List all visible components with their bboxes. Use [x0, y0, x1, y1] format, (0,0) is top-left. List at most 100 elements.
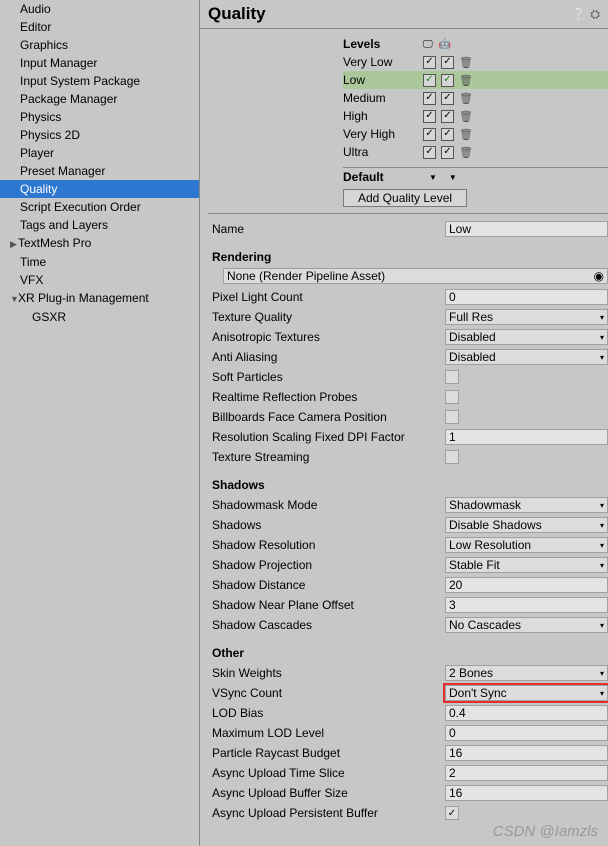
default-dropdown-desktop[interactable]: ▼: [429, 173, 437, 182]
texture-quality-label: Texture Quality: [208, 310, 445, 324]
lod-bias-input[interactable]: [445, 705, 608, 721]
shadow-proj-label: Shadow Projection: [208, 558, 445, 572]
shadows-header: Shadows: [212, 478, 608, 492]
level-label: High: [343, 109, 423, 123]
max-lod-input[interactable]: [445, 725, 608, 741]
pixel-light-input[interactable]: [445, 289, 608, 305]
trash-icon[interactable]: 🗑: [459, 56, 473, 69]
sidebar-item-audio[interactable]: Audio: [0, 0, 199, 18]
trash-icon[interactable]: 🗑: [459, 128, 473, 141]
trash-icon[interactable]: 🗑: [459, 74, 473, 87]
sidebar-item-player[interactable]: Player: [0, 144, 199, 162]
settings-icon[interactable]: ⛭: [590, 7, 600, 22]
level-row-low[interactable]: Low ✓✓🗑: [343, 71, 608, 89]
dropdown-icon: ▾: [600, 353, 604, 362]
platform-checkbox[interactable]: ✓: [441, 110, 454, 123]
level-row-very-low[interactable]: Very Low ✓✓🗑: [343, 53, 608, 71]
soft-particles-checkbox[interactable]: [445, 370, 459, 384]
pixel-light-label: Pixel Light Count: [208, 290, 445, 304]
select-value: Don't Sync: [449, 686, 507, 700]
anisotropic-select[interactable]: Disabled▾: [445, 329, 608, 345]
platform-checkbox[interactable]: ✓: [423, 128, 436, 141]
anisotropic-label: Anisotropic Textures: [208, 330, 445, 344]
object-picker-icon[interactable]: ◉: [594, 269, 604, 283]
aa-select[interactable]: Disabled▾: [445, 349, 608, 365]
sidebar-item-time[interactable]: Time: [0, 253, 199, 271]
trash-icon[interactable]: 🗑: [459, 110, 473, 123]
platform-checkbox[interactable]: ✓: [423, 146, 436, 159]
sidebar-item-label: XR Plug-in Management: [18, 291, 149, 305]
sidebar-item-quality[interactable]: Quality: [0, 180, 199, 198]
soft-particles-label: Soft Particles: [208, 370, 445, 384]
raycast-budget-input[interactable]: [445, 745, 608, 761]
res-scaling-input[interactable]: [445, 429, 608, 445]
sidebar-item-package-manager[interactable]: Package Manager: [0, 90, 199, 108]
sidebar-item-xr[interactable]: ▼XR Plug-in Management: [0, 289, 199, 308]
platform-checkbox[interactable]: ✓: [441, 56, 454, 69]
sidebar-item-textmesh[interactable]: ▶TextMesh Pro: [0, 234, 199, 253]
skin-weights-select[interactable]: 2 Bones▾: [445, 665, 608, 681]
sidebar-item-gsxr[interactable]: GSXR: [0, 308, 199, 326]
platform-checkbox[interactable]: ✓: [423, 56, 436, 69]
platform-checkbox[interactable]: ✓: [423, 110, 436, 123]
sidebar-item-preset-manager[interactable]: Preset Manager: [0, 162, 199, 180]
shadow-cascades-select[interactable]: No Cascades▾: [445, 617, 608, 633]
mobile-platform-icon[interactable]: 🤖: [439, 39, 451, 50]
upload-time-label: Async Upload Time Slice: [208, 766, 445, 780]
level-row-ultra[interactable]: Ultra ✓✓🗑: [343, 143, 608, 161]
shadow-dist-input[interactable]: [445, 577, 608, 593]
name-input[interactable]: [445, 221, 608, 237]
shadows-select[interactable]: Disable Shadows▾: [445, 517, 608, 533]
platform-checkbox[interactable]: ✓: [441, 92, 454, 105]
levels-header: Levels: [343, 37, 423, 51]
sidebar-item-input-system[interactable]: Input System Package: [0, 72, 199, 90]
help-icon[interactable]: ❔: [571, 7, 586, 22]
upload-persistent-checkbox[interactable]: ✓: [445, 806, 459, 820]
upload-buffer-input[interactable]: [445, 785, 608, 801]
dropdown-icon: ▾: [600, 561, 604, 570]
chevron-right-icon: ▶: [10, 237, 18, 252]
add-quality-level-button[interactable]: Add Quality Level: [343, 189, 467, 207]
platform-checkbox[interactable]: ✓: [423, 74, 436, 87]
level-row-very-high[interactable]: Very High ✓ ✓ 🗑: [343, 125, 608, 143]
billboards-checkbox[interactable]: [445, 410, 459, 424]
quality-levels-table: Levels 🖵 🤖 Very Low ✓✓🗑 Low ✓✓🗑 Medium: [343, 35, 608, 161]
reflection-probes-checkbox[interactable]: [445, 390, 459, 404]
dropdown-icon: ▾: [600, 541, 604, 550]
level-label: Very High: [343, 127, 423, 141]
render-pipeline-asset-select[interactable]: None (Render Pipeline Asset) ◉: [223, 268, 608, 284]
billboards-label: Billboards Face Camera Position: [208, 410, 445, 424]
tex-streaming-checkbox[interactable]: [445, 450, 459, 464]
texture-quality-select[interactable]: Full Res▾: [445, 309, 608, 325]
platform-checkbox[interactable]: ✓: [423, 92, 436, 105]
trash-icon[interactable]: 🗑: [459, 146, 473, 159]
sidebar-item-graphics[interactable]: Graphics: [0, 36, 199, 54]
vsync-select[interactable]: Don't Sync▾: [445, 685, 608, 701]
upload-time-input[interactable]: [445, 765, 608, 781]
trash-icon[interactable]: 🗑: [459, 92, 473, 105]
shadow-dist-label: Shadow Distance: [208, 578, 445, 592]
shadow-near-input[interactable]: [445, 597, 608, 613]
shadowmask-select[interactable]: Shadowmask▾: [445, 497, 608, 513]
platform-checkbox[interactable]: ✓: [441, 146, 454, 159]
sidebar-item-script-exec[interactable]: Script Execution Order: [0, 198, 199, 216]
select-value: Disabled: [449, 330, 496, 344]
rpa-value: None (Render Pipeline Asset): [227, 269, 385, 283]
level-row-high[interactable]: High ✓ ✓ 🗑: [343, 107, 608, 125]
desktop-platform-icon[interactable]: 🖵: [423, 39, 433, 50]
level-label: Medium: [343, 91, 423, 105]
shadow-proj-select[interactable]: Stable Fit▾: [445, 557, 608, 573]
platform-checkbox[interactable]: ✓: [441, 128, 454, 141]
sidebar-item-tags-layers[interactable]: Tags and Layers: [0, 216, 199, 234]
select-value: Full Res: [449, 310, 493, 324]
default-dropdown-mobile[interactable]: ▼: [449, 173, 457, 182]
sidebar-item-vfx[interactable]: VFX: [0, 271, 199, 289]
sidebar-item-physics-2d[interactable]: Physics 2D: [0, 126, 199, 144]
sidebar-item-physics[interactable]: Physics: [0, 108, 199, 126]
dropdown-icon: ▾: [600, 621, 604, 630]
shadow-res-select[interactable]: Low Resolution▾: [445, 537, 608, 553]
sidebar-item-editor[interactable]: Editor: [0, 18, 199, 36]
platform-checkbox[interactable]: ✓: [441, 74, 454, 87]
sidebar-item-input-manager[interactable]: Input Manager: [0, 54, 199, 72]
level-row-medium[interactable]: Medium ✓ ✓ 🗑: [343, 89, 608, 107]
